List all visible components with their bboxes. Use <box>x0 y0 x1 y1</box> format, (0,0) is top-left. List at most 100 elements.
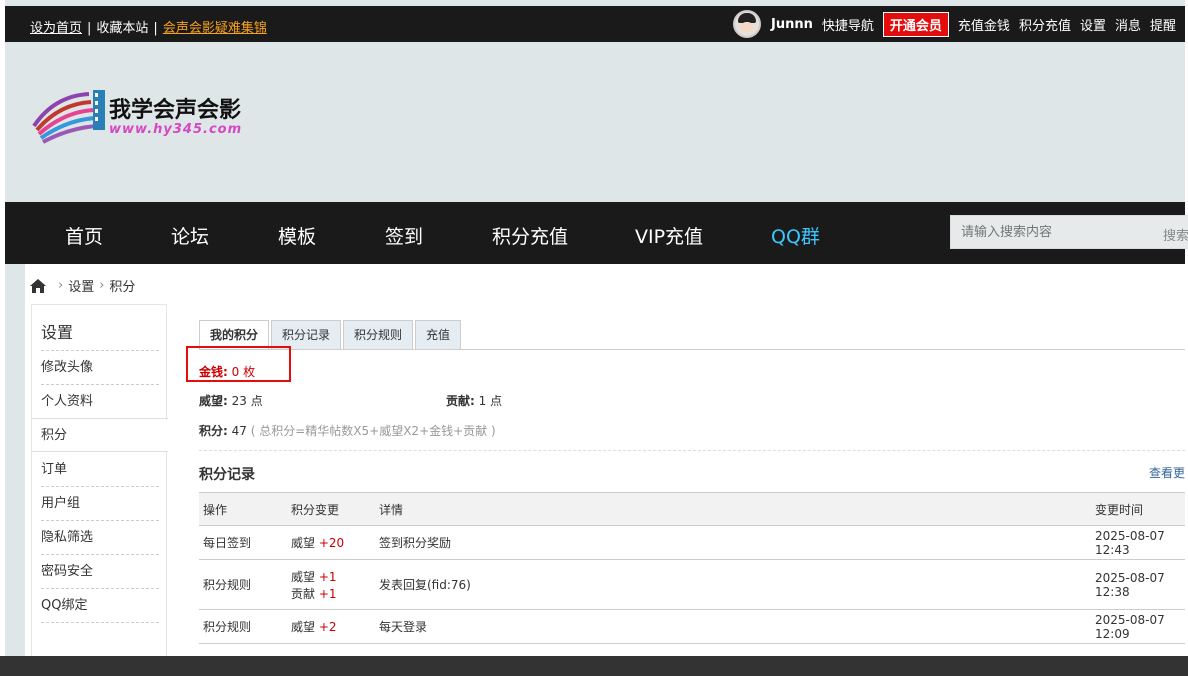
points-panel: 我的积分 积分记录 积分规则 充值 金钱: 0 枚 威望: 23 点 贡献: 1… <box>186 304 1185 656</box>
records-title: 积分记录 <box>199 467 255 483</box>
change-delta: +2 <box>318 620 337 634</box>
user-menu: Junnn 快捷导航 开通会员 充值金钱 积分充值 设置 消息 提醒 <box>733 6 1185 42</box>
sidebar-item-orders[interactable]: 订单 <box>41 453 159 487</box>
total-label: 积分: <box>199 424 228 438</box>
main-nav: 首页 论坛 模板 签到 积分充值 VIP充值 QQ群 搜索 <box>5 202 1188 264</box>
sidebar-title: 设置 <box>41 323 74 342</box>
column-header-action: 操作 <box>199 492 287 526</box>
sidebar-item-avatar[interactable]: 修改头像 <box>41 351 159 385</box>
nav-forum[interactable]: 论坛 <box>171 222 209 249</box>
prestige-label: 威望: <box>199 394 228 408</box>
total-formula-note: ( 总积分=精华帖数X5+威望X2+金钱+贡献 ) <box>250 424 496 438</box>
record-action: 积分规则 <box>199 609 287 644</box>
nav-qq-group[interactable]: QQ群 <box>771 222 820 249</box>
record-detail: 发表回复(fid:76) <box>375 559 1091 610</box>
change-delta: +20 <box>318 536 345 550</box>
money-value: 0 枚 <box>231 365 256 379</box>
nav-vip-recharge[interactable]: VIP充值 <box>635 222 703 249</box>
chevron-right-icon: › <box>58 278 64 293</box>
quick-nav-link[interactable]: 快捷导航 <box>822 15 874 34</box>
view-more-link[interactable]: 查看更 <box>1149 464 1185 481</box>
avatar[interactable] <box>733 10 762 38</box>
recharge-points-link[interactable]: 积分充值 <box>1019 15 1071 34</box>
record-detail: 签到积分奖励 <box>375 525 1091 560</box>
faq-link[interactable]: 会声会影疑难集锦 <box>163 21 267 36</box>
breadcrumb: › 设置 › 积分 <box>29 276 135 295</box>
record-action: 每日签到 <box>199 525 287 560</box>
record-change: 威望 +1 贡献 +1 <box>287 559 375 610</box>
topbar-links: 设为首页 | 收藏本站 | 会声会影疑难集锦 <box>30 17 267 36</box>
nav-points-recharge[interactable]: 积分充值 <box>492 222 568 249</box>
site-header: 我学会声会影 www.hy345.com <box>5 42 1185 202</box>
settings-sidebar: 设置 修改头像 个人资料 积分 订单 用户组 隐私筛选 密码安全 QQ绑定 <box>31 304 168 656</box>
tab-recharge[interactable]: 充值 <box>415 320 462 350</box>
record-change: 威望 +2 <box>287 609 375 644</box>
divider <box>199 450 1185 451</box>
change-delta: +1 <box>318 569 337 584</box>
sidebar-item-privacy[interactable]: 隐私筛选 <box>41 521 159 555</box>
breadcrumb-settings[interactable]: 设置 <box>68 276 94 295</box>
top-bar: 设为首页 | 收藏本站 | 会声会影疑难集锦 Junnn 快捷导航 开通会员 充值金钱 … <box>5 6 1185 42</box>
record-detail: 每天登录 <box>375 609 1091 644</box>
messages-link[interactable]: 消息 <box>1115 15 1141 34</box>
search-box: 搜索 <box>950 215 1188 249</box>
contribution-stat: 贡献: 1 点 <box>446 392 502 409</box>
column-header-detail: 详情 <box>375 492 1091 526</box>
total-points-stat: 积分: 47 ( 总积分=精华帖数X5+威望X2+金钱+贡献 ) <box>199 422 496 439</box>
record-change: 威望 +20 <box>287 525 375 560</box>
sidebar-item-qq-bind[interactable]: QQ绑定 <box>41 589 159 623</box>
search-button[interactable]: 搜索 <box>1163 225 1188 244</box>
separator: | <box>87 21 92 36</box>
table-row: 积分规则 威望 +1 贡献 +1 发表回复(fid:76) 2025-08-07… <box>199 559 1185 610</box>
reminders-link[interactable]: 提醒 <box>1150 15 1176 34</box>
bookmark-link[interactable]: 收藏本站 <box>96 21 148 36</box>
logo-url: www.hy345.com <box>109 122 243 137</box>
nav-checkin[interactable]: 签到 <box>385 222 423 249</box>
record-time: 2025-08-07 12:38 <box>1091 559 1185 610</box>
footer-bar <box>0 656 1188 676</box>
change-name: 威望 <box>291 569 316 584</box>
site-logo[interactable]: 我学会声会影 www.hy345.com <box>29 86 269 146</box>
money-stat: 金钱: 0 枚 <box>199 363 255 380</box>
username-link[interactable]: Junnn <box>771 17 813 32</box>
logo-icon <box>32 90 105 144</box>
recharge-money-link[interactable]: 充值金钱 <box>958 15 1010 34</box>
column-header-change: 积分变更 <box>287 492 375 526</box>
change-name: 贡献 <box>291 586 316 601</box>
change-name: 威望 <box>291 620 316 634</box>
sidebar-item-profile[interactable]: 个人资料 <box>41 385 159 419</box>
sidebar-item-points[interactable]: 积分 <box>32 418 168 452</box>
open-vip-button[interactable]: 开通会员 <box>882 11 949 37</box>
total-value: 47 <box>231 424 247 438</box>
nav-home[interactable]: 首页 <box>65 222 103 249</box>
record-time: 2025-08-07 12:09 <box>1091 609 1185 644</box>
table-header-row: 操作 积分变更 详情 变更时间 <box>199 492 1185 526</box>
chevron-right-icon: › <box>99 278 105 293</box>
prestige-stat: 威望: 23 点 <box>199 392 263 409</box>
points-records-table: 操作 积分变更 详情 变更时间 每日签到 威望 +20 签到积分奖励 2025-… <box>199 492 1185 644</box>
separator: | <box>153 21 158 36</box>
search-input[interactable] <box>951 216 1151 248</box>
home-icon[interactable] <box>29 278 47 294</box>
record-time: 2025-08-07 12:43 <box>1091 525 1185 560</box>
settings-link[interactable]: 设置 <box>1080 15 1106 34</box>
change-delta: +1 <box>318 586 337 601</box>
contribution-label: 贡献: <box>446 394 475 408</box>
tab-points-rules[interactable]: 积分规则 <box>343 320 414 350</box>
divider <box>199 349 1185 350</box>
prestige-value: 23 点 <box>231 394 263 408</box>
content-area: › 设置 › 积分 设置 修改头像 个人资料 积分 订单 用户组 隐私筛选 密码… <box>25 264 1185 656</box>
logo-title: 我学会声会影 <box>109 98 242 123</box>
column-header-time: 变更时间 <box>1091 492 1185 526</box>
nav-templates[interactable]: 模板 <box>278 222 316 249</box>
change-name: 威望 <box>291 536 316 550</box>
record-action: 积分规则 <box>199 559 287 610</box>
table-row: 每日签到 威望 +20 签到积分奖励 2025-08-07 12:43 <box>199 525 1185 560</box>
table-row: 积分规则 威望 +2 每天登录 2025-08-07 12:09 <box>199 609 1185 644</box>
contribution-value: 1 点 <box>478 394 503 408</box>
sidebar-item-usergroup[interactable]: 用户组 <box>41 487 159 521</box>
breadcrumb-points: 积分 <box>109 280 136 295</box>
money-label: 金钱: <box>199 365 228 379</box>
set-home-link[interactable]: 设为首页 <box>30 21 82 36</box>
sidebar-item-password[interactable]: 密码安全 <box>41 555 159 589</box>
